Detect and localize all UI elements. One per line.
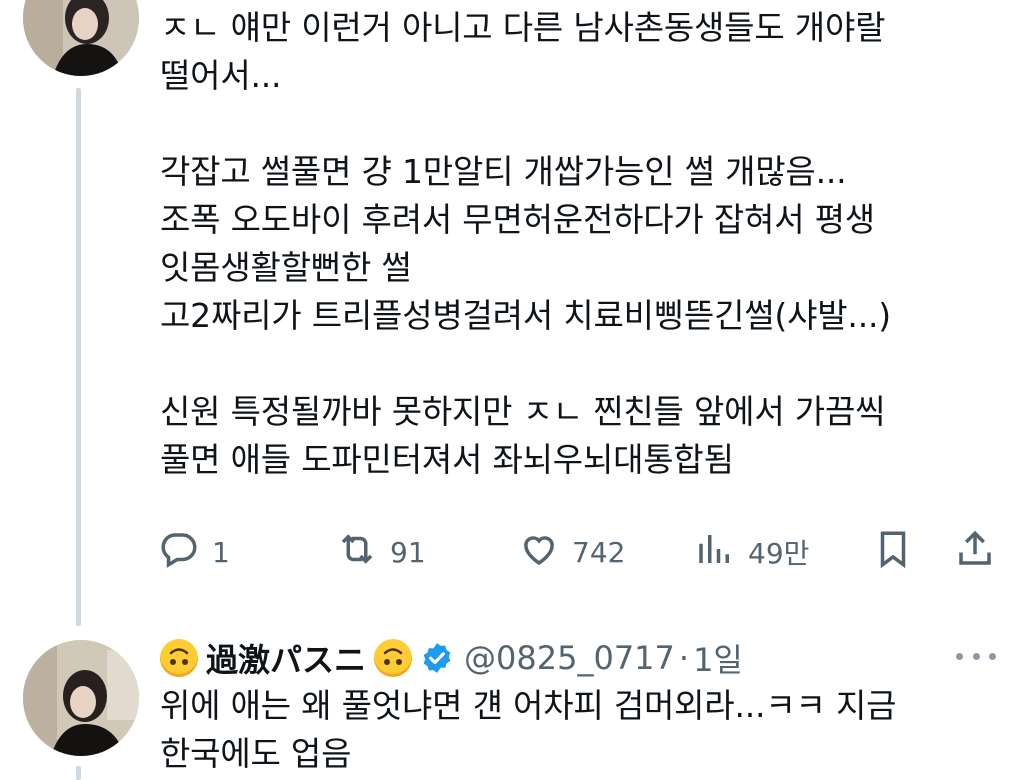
views-icon [694, 528, 736, 577]
display-name[interactable]: 過激パスニ [206, 635, 366, 681]
thread-line [76, 766, 81, 780]
reply-count: 1 [212, 535, 230, 569]
views-count: 49만 [748, 537, 810, 570]
tweet-text-line: 각잡고 썰풀면 걍 1만알티 개쌉가능인 썰 개많음... [160, 152, 847, 191]
upside-down-face-icon [160, 639, 198, 677]
tweet-text: 위에 애는 왜 풀엇냐면 걘 어차피 검머외라...ㅋㅋ 지금 한국에도 업음 [160, 682, 990, 778]
tweet-header: 過激パスニ @0825_0717 · 1일 [160, 632, 1010, 684]
retweet-count: 91 [390, 535, 426, 569]
like-count: 742 [572, 535, 626, 569]
more-dot [956, 652, 963, 660]
avatar[interactable] [23, 0, 139, 76]
views-button[interactable]: 49만 [694, 528, 809, 576]
tweet-text-line: ㅈㄴ 얘만 이런거 아니고 다른 남사촌동생들도 개야랄 [160, 8, 886, 47]
like-icon [518, 528, 560, 577]
bookmark-icon [872, 528, 914, 577]
reply-icon [158, 528, 200, 577]
separator-dot: · [678, 639, 690, 677]
more-dot [972, 652, 980, 660]
bookmark-button[interactable] [872, 528, 914, 576]
tweet-action-bar: 1 91 742 49만 [158, 528, 998, 576]
user-handle[interactable]: @0825_0717 [464, 639, 675, 677]
retweet-icon [336, 528, 378, 577]
tweet-text-line: 신원 특정될까바 못하지만 ㅈㄴ 찐친들 앞에서 가끔씩 [160, 392, 886, 431]
tweet-text-line: 한국에도 업음 [160, 734, 352, 773]
more-options-button[interactable] [956, 644, 996, 668]
tweet-text-line: 떨어서... [160, 56, 282, 95]
upside-down-face-icon [374, 639, 413, 677]
reply-button[interactable]: 1 [158, 528, 230, 576]
tweet-text-line: 풀면 애들 도파민터져서 좌뇌우뇌대통합됨 [160, 440, 734, 479]
share-icon [954, 528, 996, 577]
timestamp[interactable]: 1일 [693, 635, 743, 681]
more-dot [989, 652, 996, 660]
tweet-text: ㅈㄴ 얘만 이런거 아니고 다른 남사촌동생들도 개야랄 떨어서... 각잡고 … [160, 4, 990, 484]
tweet-text-line: 고2짜리가 트리플성병걸려서 치료비삥뜯긴썰(샤발...) [160, 296, 891, 335]
retweet-button[interactable]: 91 [336, 528, 426, 576]
like-button[interactable]: 742 [518, 528, 625, 576]
tweet-text-line: 위에 애는 왜 풀엇냐면 걘 어차피 검머외라...ㅋㅋ 지금 [160, 686, 897, 725]
tweet-text-line: 조폭 오도바이 후려서 무면허운전하다가 잡혀서 평생 [160, 200, 875, 239]
thread-line [76, 88, 81, 626]
share-button[interactable] [954, 528, 996, 576]
verified-badge-icon [423, 643, 451, 673]
tweet-text-line: 잇몸생활할뻔한 썰 [160, 248, 412, 287]
avatar[interactable] [23, 640, 139, 756]
